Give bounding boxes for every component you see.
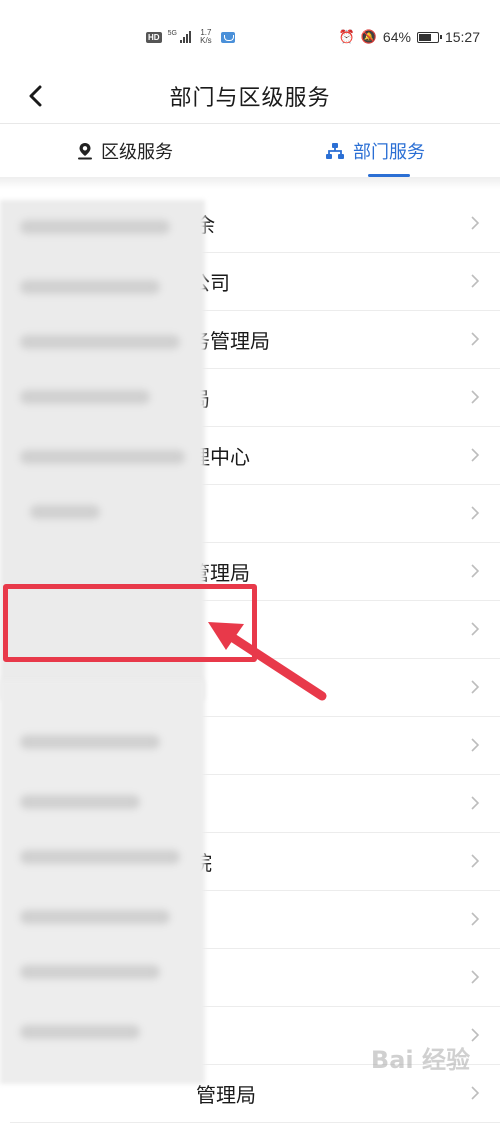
chevron-right-icon [471,1086,480,1100]
clock: 15:27 [444,29,480,45]
chevron-right-icon [471,448,480,462]
wifi-icon [220,31,235,43]
chevron-right-icon [471,970,480,984]
app-header: 部门与区级服务 [0,72,500,124]
tab-shadow [0,177,500,189]
location-pin-icon [77,142,93,160]
tab-district-label: 区级服务 [101,142,173,162]
speed-unit: K/s [200,36,212,45]
org-chart-icon [325,142,345,160]
arrow-annotation [208,622,327,701]
status-left: HD 5G 1.7 K/s [146,28,235,46]
tab-department-label: 部门服务 [353,142,425,162]
chevron-right-icon [471,564,480,578]
chevron-right-icon [471,390,480,404]
battery-percent: 64% [382,29,411,45]
mute-icon: 🔕 [360,29,377,44]
chevron-right-icon [471,854,480,868]
tab-bar: 区级服务 部门服务 [0,124,500,178]
status-bar: HD 5G 1.7 K/s ⏰ 🔕 64% 15:27 [0,0,500,72]
signal-icon [179,31,191,43]
chevron-right-icon [471,912,480,926]
status-right: ⏰ 🔕 64% 15:27 [339,28,480,46]
network-speed: 1.7 K/s [197,29,215,45]
alarm-icon: ⏰ [338,29,355,44]
chevron-right-icon [471,738,480,752]
chevron-right-icon [471,216,480,230]
chevron-right-icon [471,332,480,346]
hd-badge: HD [146,31,162,43]
battery-icon [416,31,442,43]
list-item-label: 管理局 [196,1085,256,1107]
page-title: 部门与区级服务 [169,85,331,110]
watermark-logo: Bai 经验 [370,1046,470,1074]
chevron-right-icon [471,622,480,636]
network-type: 5G [167,29,177,37]
chevron-right-icon [471,274,480,288]
blurred-region-lower [0,680,205,1084]
chevron-right-icon [471,796,480,810]
tab-department-services[interactable]: 部门服务 [250,124,500,178]
chevron-right-icon [471,680,480,694]
chevron-right-icon [471,1028,480,1042]
chevron-right-icon [471,506,480,520]
tab-district-services[interactable]: 区级服务 [0,124,250,178]
